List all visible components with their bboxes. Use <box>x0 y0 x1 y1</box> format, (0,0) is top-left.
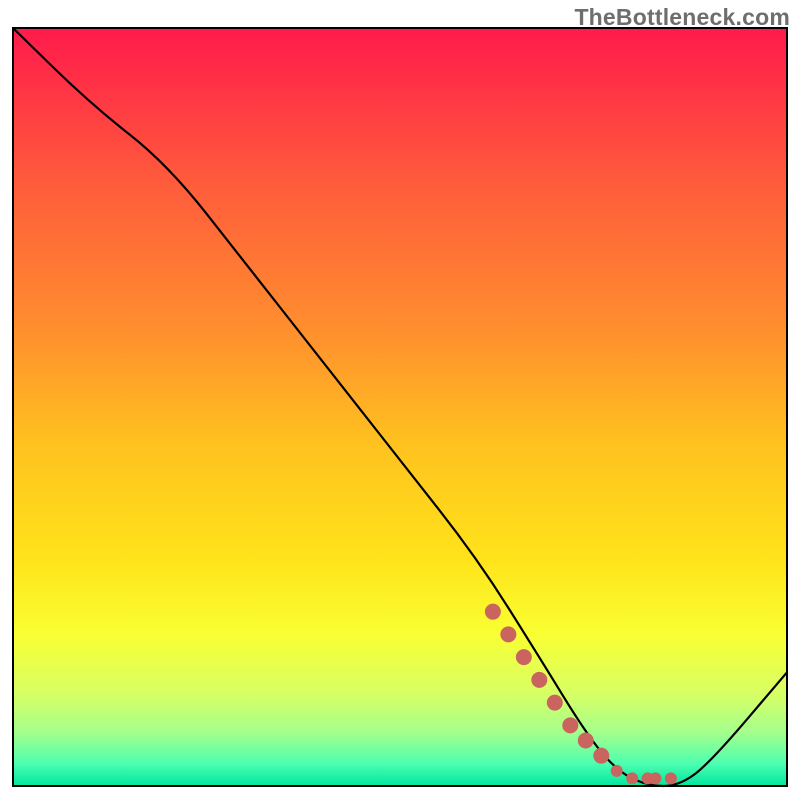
plot-area <box>13 28 787 786</box>
gradient-background <box>13 28 787 786</box>
marker-dot <box>485 604 501 620</box>
marker-dot <box>516 649 532 665</box>
marker-dot <box>547 695 563 711</box>
bottleneck-chart: TheBottleneck.com <box>0 0 800 800</box>
marker-dot <box>649 772 661 784</box>
marker-dot <box>531 672 547 688</box>
marker-dot <box>665 772 677 784</box>
marker-dot <box>578 733 594 749</box>
marker-dot <box>562 717 578 733</box>
marker-dot <box>500 626 516 642</box>
watermark-text: TheBottleneck.com <box>574 4 790 31</box>
marker-dot <box>593 748 609 764</box>
marker-dot <box>626 772 638 784</box>
marker-dot <box>611 765 623 777</box>
chart-svg <box>0 0 800 800</box>
